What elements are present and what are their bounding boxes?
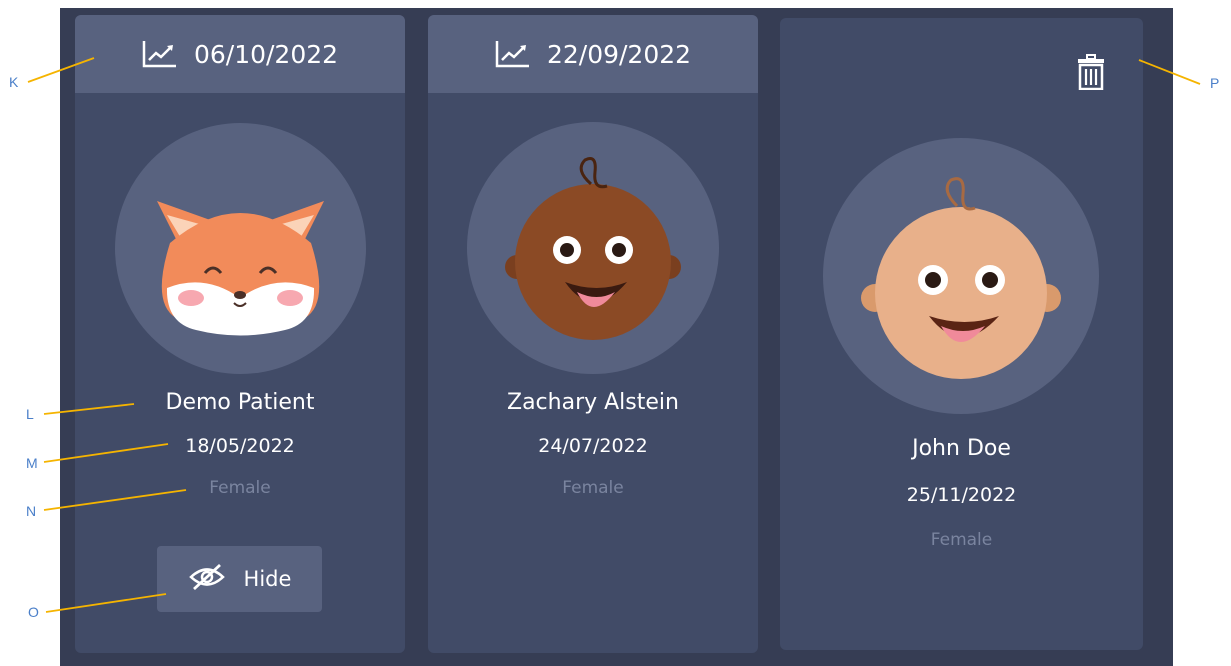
chart-icon xyxy=(495,39,531,69)
patient-dob: 24/07/2022 xyxy=(538,435,648,457)
card-header-date: 22/09/2022 xyxy=(546,39,692,69)
trash-icon[interactable] xyxy=(1077,54,1105,91)
patient-card-john[interactable]: John Doe 25/11/2022 Female xyxy=(780,18,1143,650)
patient-gender: Female xyxy=(209,478,271,498)
hide-button[interactable]: Hide xyxy=(157,546,322,612)
callout-k: K xyxy=(9,74,19,90)
callout-m: M xyxy=(26,455,38,471)
eye-slash-icon xyxy=(188,563,226,595)
patient-name: Zachary Alstein xyxy=(507,390,679,415)
patient-dob: 18/05/2022 xyxy=(185,435,295,457)
baby-dark-avatar xyxy=(467,122,719,374)
fox-avatar xyxy=(115,123,366,374)
patient-name: Demo Patient xyxy=(165,390,315,415)
patient-gender: Female xyxy=(930,530,993,550)
baby-light-avatar xyxy=(823,138,1099,414)
card-header-date: 06/10/2022 xyxy=(193,39,339,69)
patient-card-demo[interactable]: 06/10/2022 Demo Patient 18/05/2022 Femal… xyxy=(75,15,405,653)
patient-name: John Doe xyxy=(912,436,1011,461)
callout-l: L xyxy=(26,406,34,422)
callout-o: O xyxy=(28,604,39,620)
hide-button-label: Hide xyxy=(243,567,292,591)
patient-dob: 25/11/2022 xyxy=(906,484,1017,506)
chart-icon xyxy=(142,39,178,69)
callout-n: N xyxy=(26,503,37,519)
callout-p: P xyxy=(1210,75,1220,91)
patient-gender: Female xyxy=(562,478,624,498)
patient-card-zachary[interactable]: 22/09/2022 Zachary Alstein 24/07/2022 Fe… xyxy=(428,15,758,653)
card-header-trend[interactable]: 06/10/2022 xyxy=(75,15,405,93)
card-header-trend[interactable]: 22/09/2022 xyxy=(428,15,758,93)
